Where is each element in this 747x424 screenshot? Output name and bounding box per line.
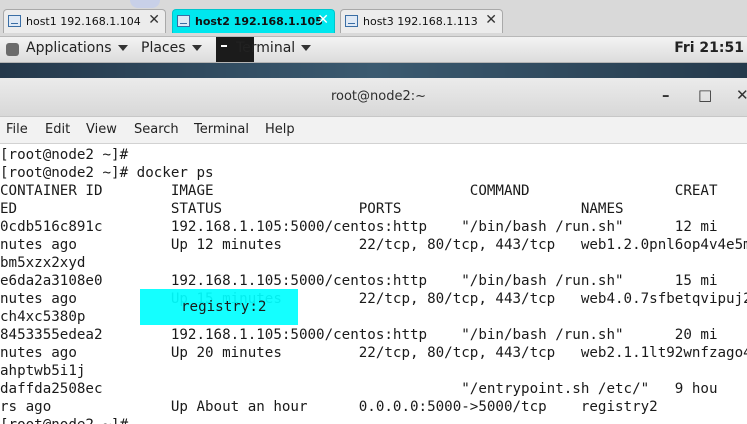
terminal-line: [root@node2 ~]# docker ps: [0, 165, 214, 181]
tab-host2-label: host2 192.168.1.105: [195, 15, 323, 28]
menu-search[interactable]: Search: [134, 122, 179, 137]
tab-bar: host1 192.168.1.104 ✕ host2 192.168.1.10…: [0, 0, 747, 37]
terminal-line: [root@node2 ~]#: [0, 147, 129, 163]
clock[interactable]: Fri 21:51: [674, 40, 744, 56]
chevron-down-icon: [117, 45, 128, 51]
menu-help[interactable]: Help: [265, 122, 295, 137]
desktop-background: [0, 63, 747, 78]
menu-view[interactable]: View: [86, 122, 117, 137]
computer-icon: [8, 15, 21, 27]
tab-host2-close-icon[interactable]: ✕: [317, 12, 329, 28]
maximize-icon[interactable]: □: [698, 86, 712, 104]
vm-logo: [130, 0, 160, 8]
tab-host3-close-icon[interactable]: ✕: [485, 12, 497, 28]
computer-icon: [345, 15, 358, 27]
terminal-line: nutes ago Up 20 minutes 22/tcp, 80/tcp, …: [0, 345, 747, 361]
tab-host1[interactable]: host1 192.168.1.104 ✕: [3, 9, 166, 33]
tab-host3-label: host3 192.168.1.113: [363, 15, 478, 28]
menu-edit[interactable]: Edit: [45, 122, 70, 137]
menu-terminal[interactable]: Terminal: [194, 122, 249, 137]
terminal-output[interactable]: [root@node2 ~]# [root@node2 ~]# docker p…: [0, 144, 747, 424]
terminal-line: bm5xzx2xyd: [0, 255, 86, 271]
computer-icon: [177, 15, 190, 27]
places-menu[interactable]: Places: [141, 40, 202, 56]
terminal-line: ch4xc5380p: [0, 309, 86, 325]
close-icon[interactable]: ✕: [736, 86, 747, 104]
terminal-app-menu[interactable]: Terminal: [236, 40, 312, 56]
window-title: root@node2:~: [330, 89, 427, 104]
tab-host1-close-icon[interactable]: ✕: [148, 12, 160, 28]
terminal-line: nutes ago Up 12 minutes 22/tcp, 80/tcp, …: [0, 237, 747, 253]
highlighted-image-name: registry:2: [181, 299, 267, 315]
terminal-line: ED STATUS PORTS NAMES: [0, 201, 624, 217]
gnome-top-bar: Applications Places Terminal Fri 21:51: [0, 37, 747, 63]
applications-menu[interactable]: Applications: [26, 40, 128, 56]
applications-icon: [6, 43, 19, 56]
tab-host1-label: host1 192.168.1.104: [26, 15, 141, 28]
places-label: Places: [141, 40, 186, 56]
minimize-icon[interactable]: –: [662, 86, 670, 104]
tab-host2[interactable]: host2 192.168.1.105 ✕: [172, 9, 335, 33]
terminal-window: root@node2:~ – □ ✕ File Edit View Search…: [0, 78, 747, 424]
tab-host3[interactable]: host3 192.168.1.113 ✕: [340, 9, 503, 33]
terminal-line: e6da2a3108e0 192.168.1.105:5000/centos:h…: [0, 273, 718, 289]
applications-label: Applications: [26, 40, 112, 56]
terminal-line: rs ago Up About an hour 0.0.0.0:5000->50…: [0, 399, 658, 415]
chevron-down-icon: [191, 45, 202, 51]
terminal-line: ahptwb5i1j: [0, 363, 86, 379]
terminal-line: nutes ago Up 15 minutes 22/tcp, 80/tcp, …: [0, 291, 747, 307]
terminal-line: CONTAINER ID IMAGE COMMAND CREAT: [0, 183, 718, 199]
terminal-line: daffda2508ec "/entrypoint.sh /etc/" 9 ho…: [0, 381, 718, 397]
terminal-menubar: File Edit View Search Terminal Help: [0, 117, 747, 144]
menu-file[interactable]: File: [6, 122, 28, 137]
terminal-app-label: Terminal: [236, 40, 296, 56]
terminal-line: 0cdb516c891c 192.168.1.105:5000/centos:h…: [0, 219, 718, 235]
terminal-line: 8453355edea2 192.168.1.105:5000/centos:h…: [0, 327, 718, 343]
chevron-down-icon: [301, 45, 312, 51]
window-titlebar[interactable]: root@node2:~ – □ ✕: [0, 78, 747, 117]
terminal-line: [root@node2 ~]#: [0, 416, 128, 424]
